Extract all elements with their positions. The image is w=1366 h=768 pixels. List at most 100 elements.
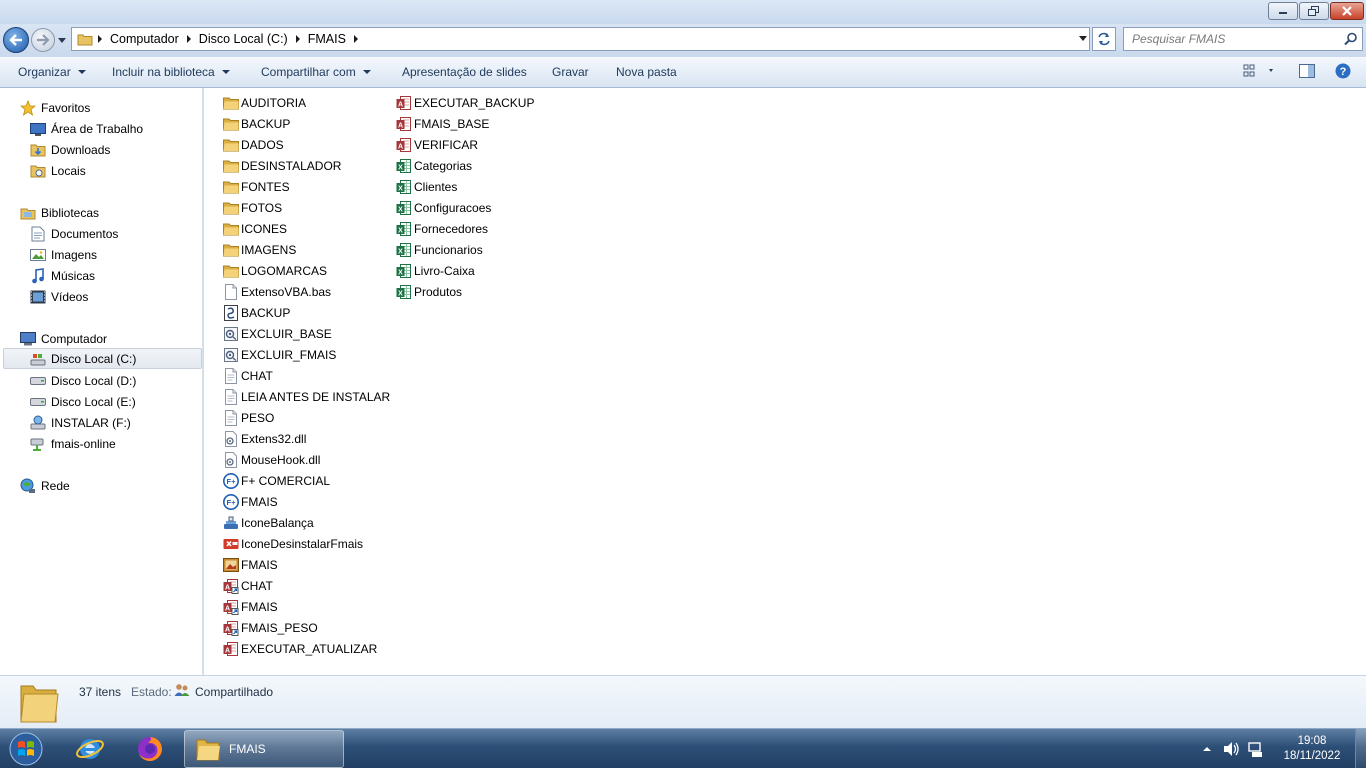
nav-videos[interactable]: Vídeos	[30, 286, 88, 307]
help-icon[interactable]: ?	[1335, 63, 1351, 79]
file-item[interactable]: DADOS	[223, 134, 284, 155]
nav-favorites[interactable]: Favoritos	[20, 97, 90, 118]
address-bar[interactable]: Computador Disco Local (C:) FMAIS	[71, 27, 1090, 51]
search-icon[interactable]	[1344, 32, 1358, 46]
close-button[interactable]	[1330, 2, 1364, 20]
nav-downloads[interactable]: Downloads	[30, 139, 110, 160]
address-row: Computador Disco Local (C:) FMAIS	[0, 24, 1366, 57]
file-item[interactable]: AUDITORIA	[223, 92, 306, 113]
status-label: Estado:	[131, 685, 172, 699]
file-name: AUDITORIA	[241, 95, 307, 110]
svg-text:X: X	[398, 164, 403, 171]
file-item[interactable]: ICONES	[223, 218, 287, 239]
refresh-button[interactable]	[1092, 27, 1116, 51]
preview-pane-icon[interactable]	[1299, 63, 1315, 79]
svg-text:A: A	[225, 605, 230, 612]
nav-drive-c[interactable]: Disco Local (C:)	[3, 348, 202, 369]
back-button[interactable]	[3, 27, 29, 53]
file-item[interactable]: DESINSTALADOR	[223, 155, 341, 176]
file-item[interactable]: EXCLUIR_FMAIS	[223, 344, 336, 365]
network-icon	[20, 478, 36, 494]
start-button[interactable]	[4, 731, 48, 767]
file-name: FMAIS	[241, 599, 278, 614]
file-item[interactable]: X Produtos	[396, 281, 462, 302]
nav-documents[interactable]: Documentos	[30, 223, 118, 244]
breadcrumb-computer[interactable]: Computador	[108, 28, 197, 50]
burn-button[interactable]: Gravar	[552, 65, 589, 79]
file-item[interactable]: A CHAT	[223, 575, 273, 596]
nav-music[interactable]: Músicas	[30, 265, 95, 286]
file-item[interactable]: CHAT	[223, 365, 273, 386]
crumb-separator[interactable]	[98, 28, 108, 50]
nav-images[interactable]: Imagens	[30, 244, 97, 265]
file-item[interactable]: A FMAIS_BASE	[396, 113, 489, 134]
taskbar-fmais-window[interactable]: FMAIS	[184, 730, 344, 768]
file-item[interactable]: Extens32.dll	[223, 428, 306, 449]
network-status-icon[interactable]	[1247, 740, 1265, 758]
file-item[interactable]: X Clientes	[396, 176, 457, 197]
nav-desktop[interactable]: Área de Trabalho	[30, 118, 143, 139]
new-folder-button[interactable]: Nova pasta	[616, 65, 677, 79]
clock[interactable]: 19:08 18/11/2022	[1276, 734, 1348, 764]
file-item[interactable]: X Livro-Caixa	[396, 260, 475, 281]
file-item[interactable]: LOGOMARCAS	[223, 260, 327, 281]
nav-drive-d[interactable]: Disco Local (D:)	[30, 370, 136, 391]
file-item[interactable]: A VERIFICAR	[396, 134, 478, 155]
organize-button[interactable]: Organizar	[18, 65, 86, 79]
file-item[interactable]: BACKUP	[223, 302, 290, 323]
file-item[interactable]: A FMAIS_PESO	[223, 617, 318, 638]
file-item[interactable]: FMAIS	[223, 554, 278, 575]
file-item[interactable]: MouseHook.dll	[223, 449, 320, 470]
nav-computer[interactable]: Computador	[20, 328, 107, 349]
restore-button[interactable]	[1299, 2, 1329, 20]
file-item[interactable]: X Funcionarios	[396, 239, 483, 260]
file-item[interactable]: F+ FMAIS	[223, 491, 278, 512]
svg-text:A: A	[225, 647, 230, 654]
recent-pages-dropdown[interactable]	[58, 36, 67, 44]
file-item[interactable]: IconeDesinstalarFmais	[223, 533, 363, 554]
file-item[interactable]: PESO	[223, 407, 274, 428]
nav-drive-e[interactable]: Disco Local (E:)	[30, 391, 136, 412]
file-item[interactable]: X Fornecedores	[396, 218, 488, 239]
folder-icon	[223, 263, 239, 279]
file-item[interactable]: LEIA ANTES DE INSTALAR	[223, 386, 390, 407]
file-item[interactable]: IconeBalança	[223, 512, 314, 533]
file-name: Configuracoes	[414, 200, 492, 215]
forward-button[interactable]	[31, 28, 55, 52]
svg-text:A: A	[398, 101, 403, 108]
volume-icon[interactable]	[1222, 740, 1240, 758]
address-history-dropdown[interactable]	[1079, 36, 1087, 41]
file-item[interactable]: BACKUP	[223, 113, 290, 134]
show-hidden-icons-icon[interactable]	[1202, 745, 1212, 753]
nav-network[interactable]: Rede	[20, 475, 70, 496]
breadcrumb-drive-c[interactable]: Disco Local (C:)	[197, 28, 306, 50]
show-desktop-button[interactable]	[1355, 729, 1366, 768]
file-item[interactable]: IMAGENS	[223, 239, 296, 260]
access-shortcut-icon: A	[223, 599, 239, 615]
slideshow-button[interactable]: Apresentação de slides	[402, 65, 527, 79]
nav-network-drive[interactable]: fmais-online	[30, 433, 116, 454]
nav-drive-f[interactable]: INSTALAR (F:)	[30, 412, 131, 433]
breadcrumb-fmais[interactable]: FMAIS	[306, 28, 364, 50]
file-item[interactable]: A EXECUTAR_BACKUP	[396, 92, 534, 113]
taskbar-firefox-button[interactable]	[125, 730, 175, 768]
nav-libraries[interactable]: Bibliotecas	[20, 202, 99, 223]
view-options-icon[interactable]	[1243, 63, 1273, 79]
nav-places[interactable]: Locais	[30, 160, 86, 181]
search-input[interactable]	[1132, 32, 1332, 46]
minimize-button[interactable]	[1268, 2, 1298, 20]
file-item[interactable]: EXCLUIR_BASE	[223, 323, 332, 344]
taskbar-ie-button[interactable]	[65, 730, 115, 768]
file-item[interactable]: X Categorias	[396, 155, 472, 176]
file-item[interactable]: A FMAIS	[223, 596, 278, 617]
search-box[interactable]	[1123, 27, 1363, 51]
file-item[interactable]: F+ F+ COMERCIAL	[223, 470, 330, 491]
file-item[interactable]: FOTOS	[223, 197, 282, 218]
include-in-library-button[interactable]: Incluir na biblioteca	[112, 65, 230, 79]
file-item[interactable]: FONTES	[223, 176, 290, 197]
share-with-button[interactable]: Compartilhar com	[261, 65, 371, 79]
file-name: MouseHook.dll	[241, 452, 321, 467]
file-item[interactable]: X Configuracoes	[396, 197, 491, 218]
file-item[interactable]: ExtensoVBA.bas	[223, 281, 331, 302]
file-item[interactable]: A EXECUTAR_ATUALIZAR	[223, 638, 377, 659]
